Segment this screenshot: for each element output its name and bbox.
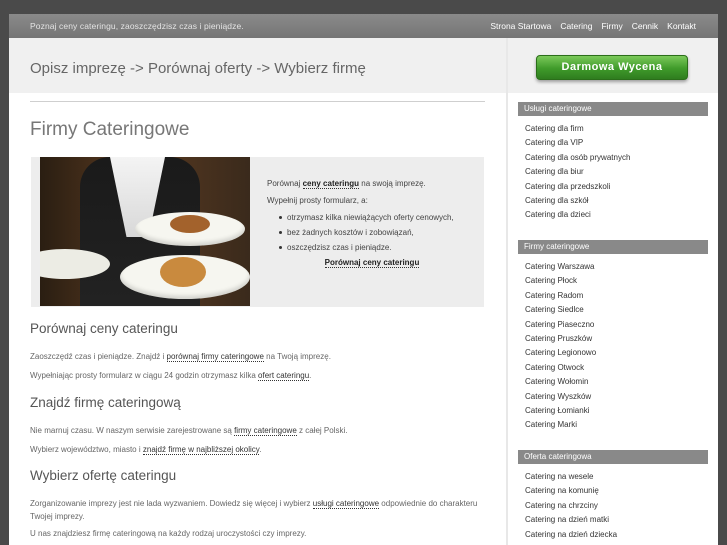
slogan: Opisz imprezę -> Porównaj oferty -> Wybi… <box>30 60 366 77</box>
sidebar-link[interactable]: Catering Łomianki <box>525 404 705 418</box>
sidebar-link[interactable]: Catering Legionowo <box>525 346 705 360</box>
catering-services-link[interactable]: usługi cateringowe <box>312 499 380 509</box>
nav-contact[interactable]: Kontakt <box>667 21 696 31</box>
section-paragraph: Wybierz województwo, miasto i znajdź fir… <box>30 445 262 455</box>
sidebar-link[interactable]: Catering na chrzciny <box>525 499 705 513</box>
nav-home[interactable]: Strona Startowa <box>490 21 551 31</box>
section-paragraph: U nas znajdziesz firmę cateringową na ka… <box>30 529 307 538</box>
catering-companies-link[interactable]: firmy cateringowe <box>234 426 297 436</box>
section-paragraph: Zorganizowanie imprezy jest nie lada wyz… <box>30 499 478 521</box>
free-quote-button[interactable]: Darmowa Wycena <box>536 55 688 80</box>
sidebar-heading-companies: Firmy cateringowe <box>518 240 708 254</box>
section-paragraph: Nie marnuj czasu. W naszym serwisie zare… <box>30 426 348 436</box>
divider <box>30 101 485 102</box>
compare-companies-link[interactable]: porównaj firmy cateringowe <box>166 352 264 362</box>
page-wrapper: Poznaj ceny cateringu, zaoszczędzisz cza… <box>9 14 718 545</box>
sidebar-link[interactable]: Catering dla VIP <box>525 136 705 150</box>
section-paragraph: Zaoszczędź czas i pieniądze. Znajdź i po… <box>30 352 331 362</box>
sidebar-link[interactable]: Catering Pruszków <box>525 332 705 346</box>
sidebar-link[interactable]: Catering Wołomin <box>525 375 705 389</box>
promo-link-prices[interactable]: ceny cateringu <box>302 179 360 189</box>
sidebar-link[interactable]: Catering na wesele <box>525 470 705 484</box>
promo-bullet: oszczędzisz czas i pieniądze. <box>279 243 477 252</box>
promo-bullets: otrzymasz kilka niewiążących oferty ceno… <box>279 213 477 252</box>
section-heading: Znajdź firmę cateringową <box>30 395 181 410</box>
sidebar-link[interactable]: Catering Marki <box>525 418 705 432</box>
nav-companies[interactable]: Firmy <box>601 21 622 31</box>
promo-bullet: otrzymasz kilka niewiążących oferty ceno… <box>279 213 477 222</box>
sidebar-link[interactable]: Catering Płock <box>525 274 705 288</box>
sidebar-link[interactable]: Catering dla szkół <box>525 194 705 208</box>
header: Opisz imprezę -> Porównaj oferty -> Wybi… <box>9 38 718 93</box>
sidebar-link[interactable]: Catering Warszawa <box>525 260 705 274</box>
sidebar-link[interactable]: Catering Radom <box>525 289 705 303</box>
column-divider <box>506 38 508 545</box>
sidebar-heading-offers: Oferta cateringowa <box>518 450 708 464</box>
sidebar-link[interactable]: Catering Piaseczno <box>525 318 705 332</box>
sidebar-link[interactable]: Catering Siedlce <box>525 303 705 317</box>
sidebar-link[interactable]: Catering na komunię <box>525 484 705 498</box>
main-nav: Strona Startowa Catering Firmy Cennik Ko… <box>481 21 696 31</box>
sidebar-list-services: Catering dla firm Catering dla VIP Cater… <box>525 122 705 223</box>
sidebar-list-companies: Catering Warszawa Catering Płock Caterin… <box>525 260 705 433</box>
promo-line2: Wypełnij prosty formularz, a: <box>267 196 368 205</box>
promo-line1-pre: Porównaj <box>267 179 301 188</box>
promo-text: Porównaj ceny cateringu na swoją imprezę… <box>267 179 477 268</box>
sidebar-heading-services: Usługi cateringowe <box>518 102 708 116</box>
promo-line1-post: na swoją imprezę. <box>361 179 426 188</box>
nav-catering[interactable]: Catering <box>560 21 592 31</box>
sidebar-link[interactable]: Catering na dzień matki <box>525 513 705 527</box>
promo-box: Porównaj ceny cateringu na swoją imprezę… <box>31 157 484 307</box>
section-paragraph: Wypełniając prosty formularz w ciągu 24 … <box>30 371 312 381</box>
sidebar-link[interactable]: Catering na dzień dziecka <box>525 528 705 542</box>
sidebar-link[interactable]: Catering Wyszków <box>525 390 705 404</box>
waiter-photo <box>40 157 250 306</box>
section-heading: Porównaj ceny cateringu <box>30 321 178 336</box>
sidebar-link[interactable]: Catering dla firm <box>525 122 705 136</box>
sidebar-link[interactable]: Catering dla przedszkoli <box>525 180 705 194</box>
sidebar-link[interactable]: Catering dla biur <box>525 165 705 179</box>
sidebar-link[interactable]: Catering Otwock <box>525 361 705 375</box>
catering-offers-link[interactable]: ofert cateringu <box>258 371 310 381</box>
sidebar-link[interactable]: Catering dla osób prywatnych <box>525 151 705 165</box>
top-bar: Poznaj ceny cateringu, zaoszczędzisz cza… <box>9 14 718 38</box>
sidebar-link[interactable]: Catering dla dzieci <box>525 208 705 222</box>
page-title: Firmy Cateringowe <box>30 119 190 140</box>
nav-pricing[interactable]: Cennik <box>632 21 658 31</box>
section-heading: Wybierz ofertę cateringu <box>30 468 177 483</box>
promo-compare-link[interactable]: Porównaj ceny cateringu <box>324 258 420 268</box>
tagline: Poznaj ceny cateringu, zaoszczędzisz cza… <box>30 21 244 31</box>
find-nearby-link[interactable]: znajdź firmę w najbliższej okolicy <box>142 445 260 455</box>
promo-bullet: bez żadnych kosztów i zobowiązań, <box>279 228 477 237</box>
sidebar-list-offers: Catering na wesele Catering na komunię C… <box>525 470 705 542</box>
